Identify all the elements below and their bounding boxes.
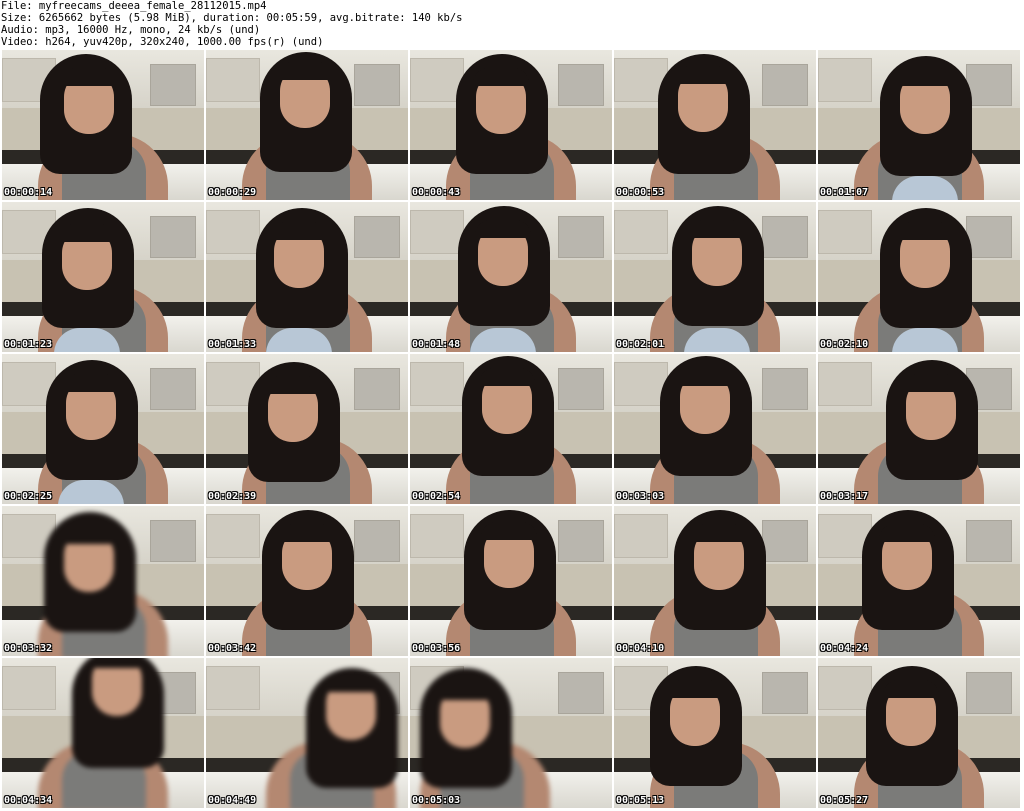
person-figure — [206, 658, 408, 808]
video-thumbnail: 00:02:01 — [614, 202, 816, 352]
video-thumbnail: 00:02:54 — [410, 354, 612, 504]
video-thumbnail: 00:05:03 — [410, 658, 612, 808]
video-thumbnail: 00:05:27 — [818, 658, 1020, 808]
person-figure — [614, 202, 816, 352]
video-thumbnail: 00:03:56 — [410, 506, 612, 656]
video-thumbnail: 00:01:07 — [818, 50, 1020, 200]
person-figure — [614, 658, 816, 808]
thumbnail-timestamp: 00:01:07 — [820, 187, 869, 198]
thumbnail-grid: 00:00:14 00:00:29 00:00:43 00:00:53 00:01:07… — [0, 50, 1024, 811]
thumbnail-timestamp: 00:00:14 — [4, 187, 53, 198]
thumbnail-timestamp: 00:05:13 — [616, 795, 665, 806]
person-figure — [206, 202, 408, 352]
person-figure — [410, 658, 612, 808]
person-figure — [410, 506, 612, 656]
video-info-line: Video: h264, yuv420p, 320x240, 1000.00 f… — [1, 36, 324, 48]
thumbnail-timestamp: 00:04:49 — [208, 795, 257, 806]
file-size-line: Size: 6265662 bytes (5.98 MiB), duration… — [1, 12, 463, 24]
thumbnail-timestamp: 00:02:10 — [820, 339, 869, 350]
person-figure — [818, 202, 1020, 352]
person-figure — [818, 506, 1020, 656]
thumbnail-timestamp: 00:01:23 — [4, 339, 53, 350]
thumbnail-timestamp: 00:02:25 — [4, 491, 53, 502]
person-figure — [410, 50, 612, 200]
person-figure — [818, 50, 1020, 200]
file-name-line: File: myfreecams_deeea_female_28112015.m… — [1, 0, 267, 12]
video-thumbnail: 00:03:17 — [818, 354, 1020, 504]
thumbnail-timestamp: 00:00:53 — [616, 187, 665, 198]
thumbnail-timestamp: 00:01:33 — [208, 339, 257, 350]
person-figure — [2, 50, 204, 200]
file-info-header: File: myfreecams_deeea_female_28112015.m… — [1, 0, 1021, 48]
person-figure — [2, 658, 204, 808]
person-figure — [2, 354, 204, 504]
audio-info-line: Audio: mp3, 16000 Hz, mono, 24 kb/s (und… — [1, 24, 261, 36]
thumbnail-timestamp: 00:03:03 — [616, 491, 665, 502]
thumbnail-timestamp: 00:02:39 — [208, 491, 257, 502]
video-thumbnail: 00:03:42 — [206, 506, 408, 656]
video-thumbnail: 00:04:24 — [818, 506, 1020, 656]
person-figure — [206, 354, 408, 504]
person-figure — [410, 354, 612, 504]
thumbnail-timestamp: 00:04:34 — [4, 795, 53, 806]
thumbnail-timestamp: 00:03:42 — [208, 643, 257, 654]
person-figure — [410, 202, 612, 352]
thumbnail-timestamp: 00:00:29 — [208, 187, 257, 198]
thumbnail-timestamp: 00:05:03 — [412, 795, 461, 806]
thumbnail-timestamp: 00:03:17 — [820, 491, 869, 502]
video-thumbnail: 00:04:34 — [2, 658, 204, 808]
thumbnail-timestamp: 00:00:43 — [412, 187, 461, 198]
person-figure — [206, 50, 408, 200]
person-figure — [818, 354, 1020, 504]
video-thumbnail: 00:02:25 — [2, 354, 204, 504]
video-thumbnail: 00:01:33 — [206, 202, 408, 352]
video-thumbnail: 00:00:14 — [2, 50, 204, 200]
video-thumbnail: 00:04:49 — [206, 658, 408, 808]
thumbnail-timestamp: 00:02:54 — [412, 491, 461, 502]
person-figure — [206, 506, 408, 656]
person-figure — [614, 506, 816, 656]
person-figure — [818, 658, 1020, 808]
thumbnail-timestamp: 00:01:48 — [412, 339, 461, 350]
video-thumbnail: 00:04:10 — [614, 506, 816, 656]
thumbnail-timestamp: 00:05:27 — [820, 795, 869, 806]
video-thumbnail: 00:00:53 — [614, 50, 816, 200]
video-thumbnail: 00:05:13 — [614, 658, 816, 808]
person-figure — [614, 354, 816, 504]
video-thumbnail: 00:01:48 — [410, 202, 612, 352]
person-figure — [2, 202, 204, 352]
person-figure — [2, 506, 204, 656]
video-thumbnail: 00:03:03 — [614, 354, 816, 504]
video-thumbnail: 00:02:10 — [818, 202, 1020, 352]
person-figure — [614, 50, 816, 200]
video-thumbnail: 00:00:29 — [206, 50, 408, 200]
video-thumbnail: 00:03:32 — [2, 506, 204, 656]
thumbnail-timestamp: 00:02:01 — [616, 339, 665, 350]
thumbnail-timestamp: 00:04:24 — [820, 643, 869, 654]
video-thumbnail: 00:02:39 — [206, 354, 408, 504]
video-thumbnail: 00:01:23 — [2, 202, 204, 352]
video-thumbnail: 00:00:43 — [410, 50, 612, 200]
thumbnail-timestamp: 00:04:10 — [616, 643, 665, 654]
thumbnail-timestamp: 00:03:56 — [412, 643, 461, 654]
thumbnail-timestamp: 00:03:32 — [4, 643, 53, 654]
